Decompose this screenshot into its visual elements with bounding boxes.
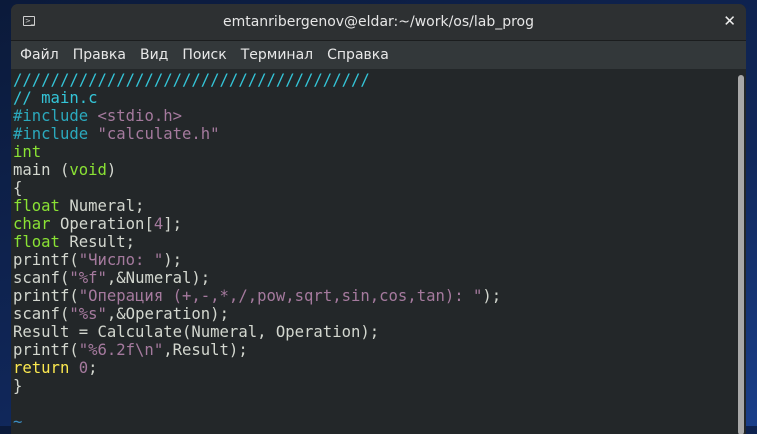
code-line: char Operation[4]; xyxy=(13,215,501,233)
code-view: ////////////////////////////////////////… xyxy=(13,71,501,431)
code-line: scanf("%s",&Operation); xyxy=(13,305,501,323)
code-line: printf("Операция (+,-,*,/,pow,sqrt,sin,c… xyxy=(13,287,501,305)
code-line: printf("%6.2f\n",Result); xyxy=(13,341,501,359)
code-line: scanf("%f",&Numeral); xyxy=(13,269,501,287)
menu-item-3[interactable]: Поиск xyxy=(182,47,226,63)
code-line: int xyxy=(13,143,501,161)
code-line: main (void) xyxy=(13,161,501,179)
code-token: int xyxy=(13,143,42,161)
code-token: "calculate.h" xyxy=(97,125,220,143)
code-token: ,&Operation); xyxy=(106,305,229,323)
code-token: ~ xyxy=(13,413,23,431)
menu-bar: Файл Правка Вид Поиск Терминал Справка xyxy=(11,41,746,69)
menu-item-4[interactable]: Терминал xyxy=(241,47,313,63)
code-token: ) xyxy=(106,161,117,179)
terminal-window: >_ emtanribergenov@eldar:~/work/os/lab_p… xyxy=(11,4,746,434)
code-token: // main.c xyxy=(13,89,98,107)
code-line: float Numeral; xyxy=(13,197,501,215)
terminal-area[interactable]: ////////////////////////////////////////… xyxy=(11,69,746,434)
code-line: ////////////////////////////////////// xyxy=(13,71,501,89)
code-token: Result = Calculate(Numeral, Operation); xyxy=(13,323,380,341)
code-token: } xyxy=(13,377,23,395)
menu-item-2[interactable]: Вид xyxy=(140,47,168,63)
code-token: return xyxy=(13,359,70,377)
code-token: ,&Numeral); xyxy=(106,269,211,287)
code-token: void xyxy=(69,161,107,179)
code-token: scanf( xyxy=(13,269,70,287)
title-bar[interactable]: >_ emtanribergenov@eldar:~/work/os/lab_p… xyxy=(11,4,746,41)
code-token: ]; xyxy=(163,215,183,233)
code-token: Result; xyxy=(59,233,136,251)
code-token: 0 xyxy=(78,359,89,377)
code-line: float Result; xyxy=(13,233,501,251)
code-token: ); xyxy=(163,251,182,269)
code-token: "Операция (+,-,*,/,pow,sqrt,sin,cos,tan)… xyxy=(78,287,483,305)
code-token: ,Result); xyxy=(163,341,248,359)
code-token: "%f" xyxy=(69,269,107,287)
scrollbar[interactable] xyxy=(738,75,744,434)
code-line: // main.c xyxy=(13,89,501,107)
close-icon[interactable]: ✕ xyxy=(723,12,736,30)
code-token: float xyxy=(13,197,60,215)
code-token: "Число: " xyxy=(78,251,164,269)
code-token: Operation[ xyxy=(50,215,154,233)
code-token: #include xyxy=(13,125,98,143)
code-token: main ( xyxy=(13,161,70,179)
code-token: { xyxy=(13,179,23,197)
code-token: printf( xyxy=(13,287,79,305)
window-title: emtanribergenov@eldar:~/work/os/lab_prog xyxy=(222,14,535,30)
code-token: ); xyxy=(482,287,502,305)
code-line: printf("Число: "); xyxy=(13,251,501,269)
code-token: ; xyxy=(88,359,98,377)
code-token: scanf( xyxy=(13,305,70,323)
code-line: ~ xyxy=(13,413,501,431)
code-token: "%s" xyxy=(69,305,107,323)
code-token: #include xyxy=(13,107,98,125)
code-token: printf( xyxy=(13,251,79,269)
code-line: #include <stdio.h> xyxy=(13,107,501,125)
code-token: 4 xyxy=(153,215,164,233)
code-token: ////////////////////////////////////// xyxy=(13,71,370,89)
menu-item-0[interactable]: Файл xyxy=(20,47,59,63)
code-token: char xyxy=(13,215,51,233)
code-line: #include "calculate.h" xyxy=(13,125,501,143)
code-token: float xyxy=(13,233,60,251)
code-line: Result = Calculate(Numeral, Operation); xyxy=(13,323,501,341)
menu-item-1[interactable]: Правка xyxy=(73,47,126,63)
code-line: } xyxy=(13,377,501,395)
code-token: "%6.2f\n" xyxy=(78,341,164,359)
code-token: printf( xyxy=(13,341,79,359)
code-token: <stdio.h> xyxy=(97,107,183,125)
terminal-icon: >_ xyxy=(23,16,35,26)
code-line: return 0; xyxy=(13,359,501,377)
code-token: Numeral; xyxy=(59,197,145,215)
code-line: { xyxy=(13,179,501,197)
menu-item-5[interactable]: Справка xyxy=(327,47,389,63)
